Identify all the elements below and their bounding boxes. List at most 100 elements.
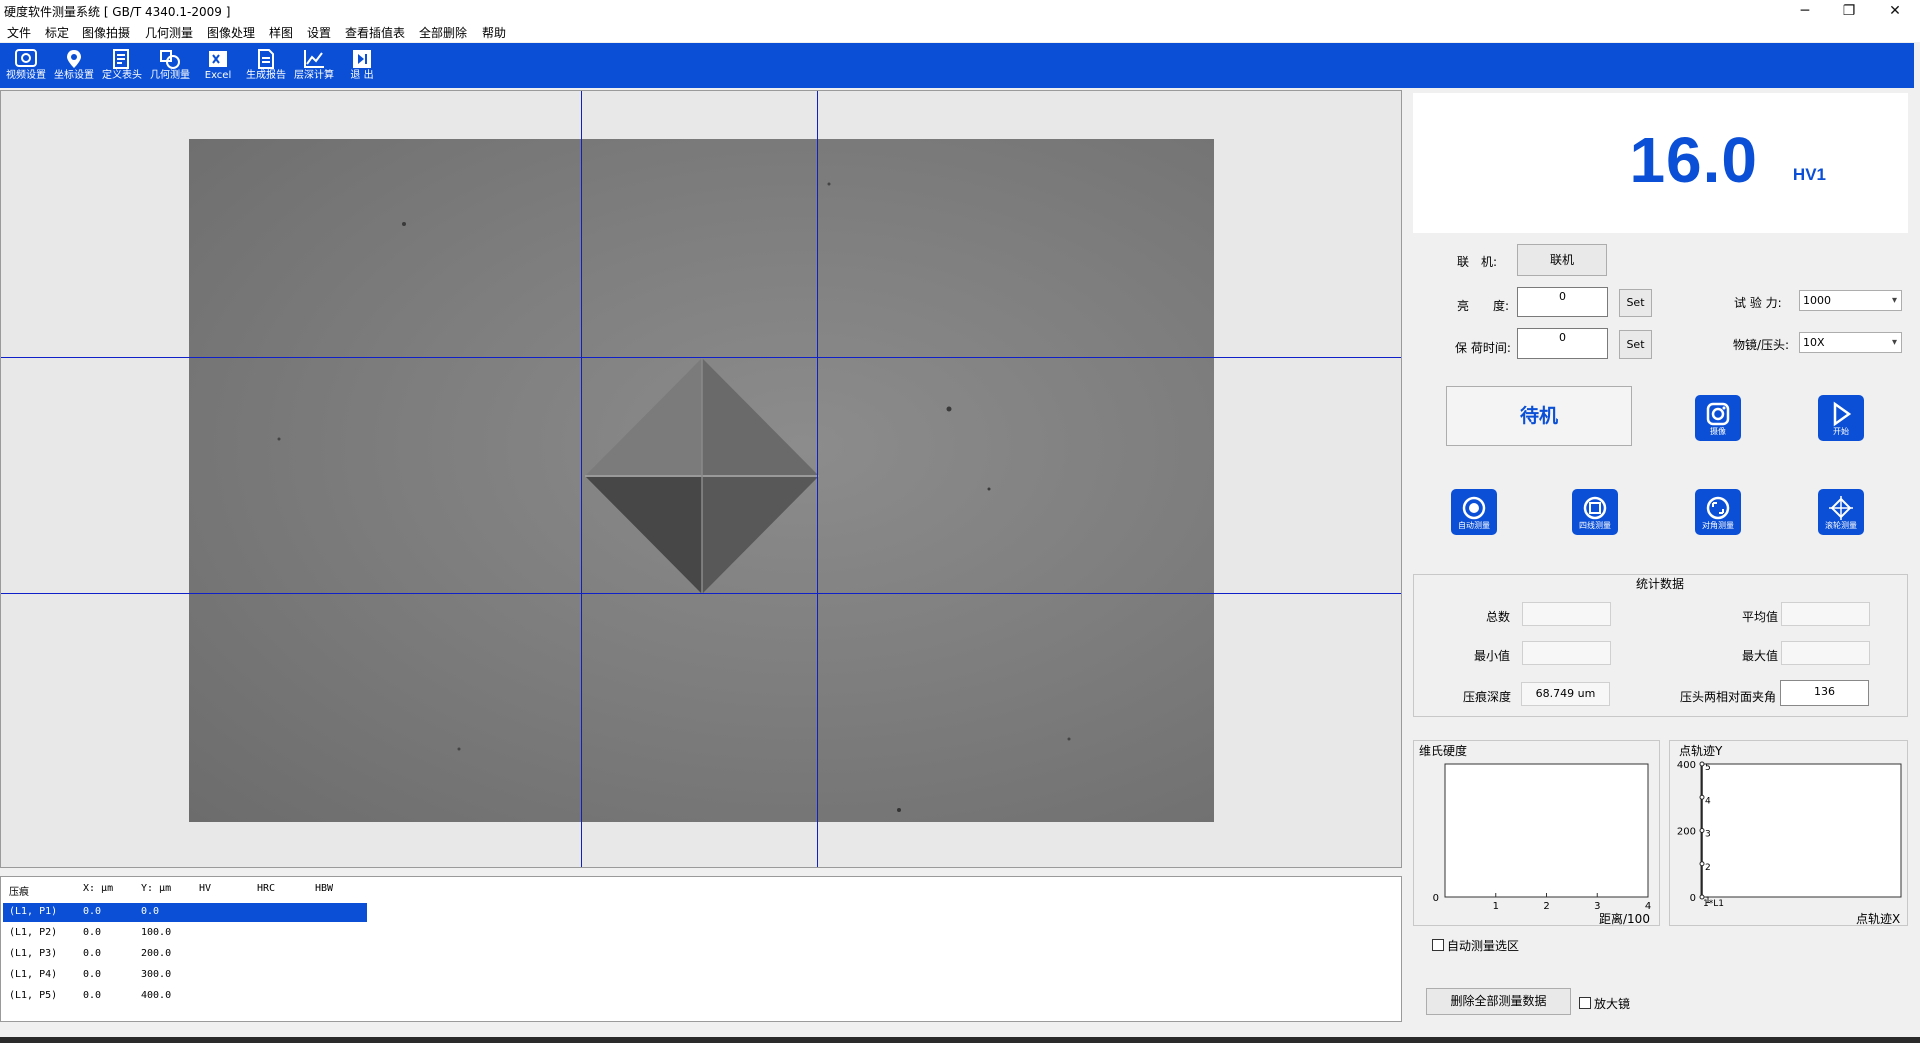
menu-calibrate[interactable]: 标定: [45, 24, 69, 41]
connect-label: 联 机:: [1457, 255, 1498, 269]
cell-id: (L1, P5): [9, 990, 58, 1001]
objective-value: 10X: [1803, 336, 1825, 349]
toolbar-label: Excel: [204, 70, 232, 81]
x-axis-label: 点轨迹X: [1856, 912, 1901, 926]
video-settings-icon: [15, 49, 37, 67]
track-point-label: 4: [1705, 796, 1711, 806]
toolbar-define-header[interactable]: 定义表头: [99, 43, 145, 88]
cell-y: 200.0: [141, 948, 172, 959]
menu-interpolation-table[interactable]: 查看插值表: [345, 24, 405, 41]
start-button[interactable]: 开始: [1818, 395, 1864, 441]
maximize-button[interactable]: ❐: [1826, 0, 1872, 22]
menu-settings[interactable]: 设置: [307, 24, 331, 41]
four-line-measure-button[interactable]: 四线测量: [1572, 489, 1618, 535]
delete-all-button[interactable]: 删除全部测量数据: [1426, 988, 1571, 1015]
header-x: X: μm: [83, 883, 114, 894]
header-y: Y: μm: [141, 883, 172, 894]
crosshair-horizontal-top[interactable]: [1, 357, 1401, 358]
header-hbw: HBW: [315, 883, 334, 894]
cell-id: (L1, P2): [9, 927, 58, 938]
menu-image-processing[interactable]: 图像处理: [207, 24, 255, 41]
table-row[interactable]: (L1, P1) 0.0 0.0: [3, 903, 367, 922]
cell-x: 0.0: [83, 969, 102, 980]
hardness-unit: HV1: [1792, 165, 1826, 184]
count-value: [1522, 602, 1611, 626]
camera-button[interactable]: 摄像: [1695, 395, 1741, 441]
magnifier-label: 放大镜: [1594, 997, 1631, 1011]
geometry-icon: [160, 50, 180, 69]
minimize-button[interactable]: ─: [1782, 0, 1828, 22]
mean-label: 平均值: [1742, 610, 1779, 624]
toolbar-video-settings[interactable]: 视频设置: [3, 43, 49, 88]
window-title: 硬度软件测量系统 [ GB/T 4340.1-2009 ]: [4, 5, 231, 19]
cell-y: 100.0: [141, 927, 172, 938]
wheel-measure-caption: 滚轮测量: [1825, 521, 1857, 530]
toolbar-excel[interactable]: Excel: [195, 43, 241, 88]
toolbar-generate-report[interactable]: 生成报告: [243, 43, 289, 88]
crosshair-vertical-right[interactable]: [817, 91, 818, 867]
cell-x: 0.0: [83, 948, 102, 959]
table-row[interactable]: (L1, P3) 0.0 200.0: [3, 945, 367, 964]
menu-geometry[interactable]: 几何测量: [145, 24, 193, 41]
table-row[interactable]: (L1, P4) 0.0 300.0: [3, 966, 367, 985]
brightness-input[interactable]: 0: [1517, 287, 1608, 317]
status-bar: [0, 1037, 1920, 1043]
edit-document-icon: [113, 49, 129, 69]
toolbar-geometry[interactable]: 几何测量: [147, 43, 193, 88]
camera-caption: 摄像: [1710, 427, 1726, 436]
header-hv: HV: [199, 883, 212, 894]
header-indent: 压痕: [9, 887, 29, 898]
crosshair-horizontal-bottom[interactable]: [1, 593, 1401, 594]
menu-help[interactable]: 帮助: [482, 24, 506, 41]
menu-sample-image[interactable]: 样图: [269, 24, 293, 41]
vickers-indentation: [277, 182, 1071, 812]
plot-area: [1444, 763, 1649, 898]
cell-y: 300.0: [141, 969, 172, 980]
track-point: [1699, 861, 1705, 867]
toolbar-layer-depth[interactable]: 层深计算: [291, 43, 337, 88]
cell-y: 400.0: [141, 990, 172, 1001]
magnifier-checkbox[interactable]: [1579, 997, 1591, 1009]
point-track-chart: 点轨迹Y 0 200 400 1*L1 1 2 3 4 5 点轨迹X: [1669, 740, 1908, 926]
play-icon: [1833, 401, 1852, 427]
close-button[interactable]: ✕: [1872, 0, 1918, 22]
cell-x: 0.0: [83, 906, 102, 917]
mean-value: [1781, 602, 1870, 626]
exit-icon: [353, 50, 371, 68]
crosshair-vertical-left[interactable]: [581, 91, 582, 867]
wheel-measure-button[interactable]: 滚轮测量: [1818, 489, 1864, 535]
y-tick-label: 400: [1677, 760, 1696, 771]
menu-bar: 文件 标定 图像拍摄 几何测量 图像处理 样图 设置 查看插值表 全部删除 帮助: [0, 22, 1920, 42]
dwell-time-input[interactable]: 0: [1517, 328, 1608, 359]
chevron-down-icon: ▾: [1891, 337, 1897, 348]
toolbar-label: 坐标设置: [54, 70, 94, 81]
table-row[interactable]: (L1, P2) 0.0 100.0: [3, 924, 367, 943]
test-force-label: 试 验 力:: [1734, 296, 1782, 310]
auto-measure-caption: 自动测量: [1458, 521, 1490, 530]
test-force-select[interactable]: 1000 ▾: [1799, 290, 1902, 311]
toolbar-coordinate-settings[interactable]: 坐标设置: [51, 43, 97, 88]
auto-select-checkbox[interactable]: [1432, 939, 1444, 951]
location-pin-icon: [67, 50, 81, 68]
menu-file[interactable]: 文件: [7, 24, 31, 41]
menu-delete-all[interactable]: 全部删除: [419, 24, 467, 41]
image-view[interactable]: [0, 90, 1402, 868]
objective-select[interactable]: 10X ▾: [1799, 332, 1902, 353]
toolbar-label: 退 出: [350, 70, 374, 81]
connect-button[interactable]: 联机: [1517, 244, 1607, 276]
brightness-set-button[interactable]: Set: [1619, 289, 1652, 317]
plot-area: [1700, 763, 1902, 898]
auto-select-label: 自动测量选区: [1447, 939, 1520, 953]
toolbar-exit[interactable]: 退 出: [339, 43, 385, 88]
start-caption: 开始: [1833, 427, 1849, 436]
menu-capture[interactable]: 图像拍摄: [82, 24, 130, 41]
table-row[interactable]: (L1, P5) 0.0 400.0: [3, 987, 367, 1006]
track-point: [1699, 894, 1705, 900]
test-force-value: 1000: [1803, 294, 1831, 307]
hardness-readout: 16.0 HV1: [1413, 93, 1908, 233]
auto-measure-button[interactable]: 自动测量: [1451, 489, 1497, 535]
diagonal-measure-button[interactable]: 对角测量: [1695, 489, 1741, 535]
camera-icon: [1706, 402, 1730, 426]
four-line-measure-caption: 四线测量: [1579, 521, 1611, 530]
dwell-time-set-button[interactable]: Set: [1619, 330, 1652, 359]
